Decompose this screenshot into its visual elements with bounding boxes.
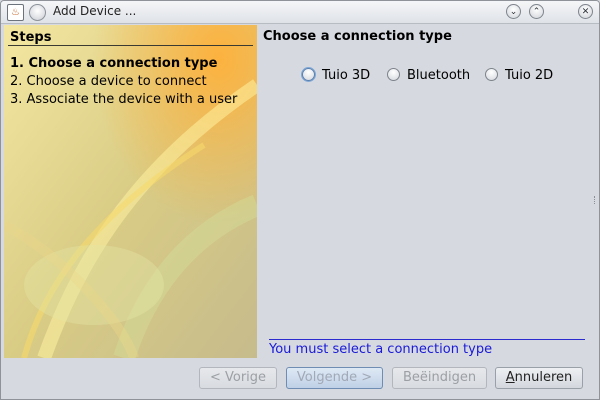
radio-button-icon[interactable] xyxy=(302,68,315,81)
window-title: Add Device ... xyxy=(53,4,137,18)
next-button[interactable]: Volgende > xyxy=(286,367,383,389)
steps-panel: Steps 1. Choose a connection type 2. Cho… xyxy=(4,25,257,358)
cancel-mnemonic: A xyxy=(505,370,515,385)
window-menu-icon[interactable] xyxy=(29,4,46,21)
steps-divider xyxy=(8,45,253,46)
previous-button[interactable]: < Vorige xyxy=(199,367,277,389)
radio-button-icon[interactable] xyxy=(485,68,498,81)
radio-label: Bluetooth xyxy=(407,68,471,83)
radio-label: Tuio 3D xyxy=(322,68,371,83)
cancel-button[interactable]: Annuleren xyxy=(495,367,583,389)
cancel-label-rest: nnuleren xyxy=(514,370,573,385)
chevron-down-icon[interactable]: ⌄ xyxy=(506,4,521,19)
radio-tuio-3d[interactable]: Tuio 3D xyxy=(302,68,377,84)
radio-tuio-2d[interactable]: Tuio 2D xyxy=(485,68,560,84)
resize-grip[interactable] xyxy=(594,196,597,204)
java-icon[interactable]: ♨ xyxy=(7,4,24,21)
step-item-2: 2. Choose a device to connect xyxy=(10,74,207,89)
radio-button-icon[interactable] xyxy=(387,68,400,81)
radio-bluetooth[interactable]: Bluetooth xyxy=(387,68,477,84)
chevron-up-icon[interactable]: ⌃ xyxy=(529,4,544,19)
radio-label: Tuio 2D xyxy=(505,68,554,83)
add-device-dialog: ♨ Add Device ... ⌄ ⌃ ✕ Steps 1. Choose a… xyxy=(0,0,600,400)
title-bar[interactable]: ♨ Add Device ... ⌄ ⌃ ✕ xyxy=(1,1,599,24)
message-divider xyxy=(269,339,585,340)
step-item-1: 1. Choose a connection type xyxy=(10,56,218,71)
close-icon[interactable]: ✕ xyxy=(578,4,593,19)
validation-message: You must select a connection type xyxy=(269,342,493,357)
page-title: Choose a connection type xyxy=(263,29,452,44)
finish-button[interactable]: Beëindigen xyxy=(392,367,487,389)
steps-heading: Steps xyxy=(10,30,52,45)
step-item-3: 3. Associate the device with a user xyxy=(10,92,238,107)
